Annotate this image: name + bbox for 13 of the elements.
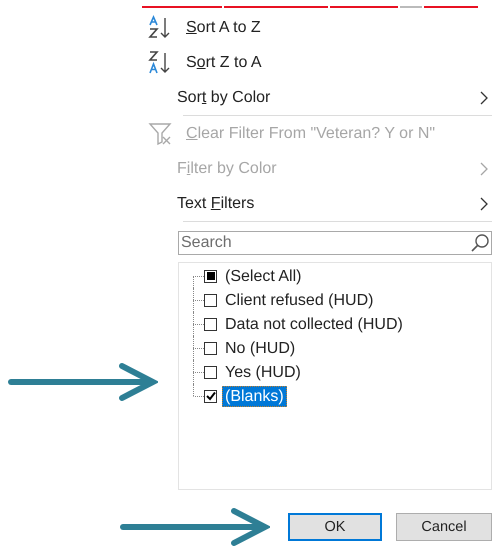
search-field[interactable]: Search bbox=[178, 231, 492, 255]
menu-item[interactable]: Sort A to Z bbox=[186, 18, 492, 36]
ok-button[interactable]: OK bbox=[288, 513, 382, 541]
menu-item[interactable]: Text Filters bbox=[177, 194, 480, 212]
filter-value[interactable]: (Blanks) bbox=[222, 386, 287, 406]
filter-value[interactable]: No (HUD) bbox=[222, 338, 298, 358]
filter-value[interactable]: Client refused (HUD) bbox=[222, 290, 376, 310]
filter-value[interactable]: Data not collected (HUD) bbox=[222, 314, 406, 334]
menu-item[interactable]: Sort Z to A bbox=[186, 54, 492, 72]
cancel-button[interactable]: Cancel bbox=[396, 513, 492, 541]
filter-value[interactable]: (Select All) bbox=[222, 266, 304, 286]
filter-value[interactable]: Yes (HUD) bbox=[222, 362, 304, 382]
menu-item[interactable]: Sort by Color bbox=[177, 88, 480, 106]
